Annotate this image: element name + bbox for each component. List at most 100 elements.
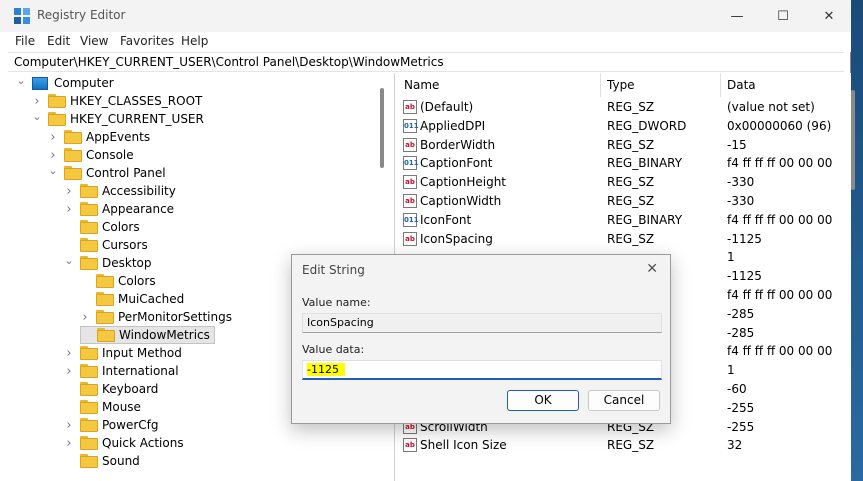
column-header-name[interactable]: Name (404, 78, 439, 92)
chevron-right-icon[interactable]: › (64, 346, 74, 361)
value-type: REG_DWORD (607, 118, 687, 133)
column-separator[interactable] (720, 73, 721, 97)
chevron-right-icon[interactable]: › (80, 310, 90, 325)
tree-item[interactable]: › Appearance (64, 200, 174, 218)
folder-icon (64, 166, 82, 180)
folder-icon (97, 328, 115, 342)
chevron-down-icon[interactable]: ⌄ (64, 254, 74, 267)
tree-item-label: Appearance (102, 202, 175, 216)
chevron-right-icon[interactable]: › (64, 184, 74, 199)
ok-button[interactable]: OK (507, 390, 579, 411)
tree-item[interactable]: ⌄ HKEY_CURRENT_USER (32, 110, 204, 128)
column-header-type[interactable]: Type (607, 78, 635, 92)
tree-item-label: Cursors (102, 238, 148, 252)
list-scrollbar-thumb[interactable] (851, 90, 855, 190)
tree-item-label: Quick Actions (102, 436, 184, 450)
value-data: 1 (727, 250, 735, 265)
folder-icon (64, 130, 82, 144)
tree-item[interactable]: Colors (80, 272, 156, 290)
close-button[interactable]: ✕ (806, 0, 852, 32)
value-data-label: Value data: (302, 343, 365, 356)
tree-item[interactable]: › Input Method (64, 344, 182, 362)
menu-view[interactable]: View (80, 34, 108, 48)
folder-icon (80, 382, 98, 396)
tree-item-label: Input Method (102, 346, 182, 360)
tree-item[interactable]: › PerMonitorSettings (80, 308, 232, 326)
title-bar[interactable]: Registry Editor — ☐ ✕ (0, 0, 851, 32)
minimize-icon: — (730, 8, 744, 24)
menu-bar: File Edit View Favorites Help (0, 32, 851, 52)
folder-icon (80, 220, 98, 234)
maximize-button[interactable]: ☐ (760, 0, 806, 32)
tree-item[interactable]: Keyboard (64, 380, 158, 398)
tree-item[interactable]: › Quick Actions (64, 434, 184, 452)
registry-editor-icon (14, 8, 30, 24)
folder-icon (64, 148, 82, 162)
chevron-right-icon[interactable]: › (64, 202, 74, 217)
value-name: IconFont (420, 212, 472, 227)
dialog-title: Edit String (302, 263, 365, 277)
tree-item-label: AppEvents (86, 130, 151, 144)
tree-item[interactable]: › AppEvents (48, 128, 150, 146)
value-row[interactable]: ab CaptionWidth REG_SZ -330 (396, 192, 851, 211)
chevron-right-icon[interactable]: › (32, 94, 42, 109)
value-row[interactable]: ab (Default) REG_SZ (value not set) (396, 98, 851, 117)
chevron-right-icon[interactable]: › (48, 148, 58, 163)
chevron-right-icon[interactable]: › (48, 130, 58, 145)
tree-item[interactable]: ⌄ Computer (16, 74, 113, 92)
menu-file[interactable]: File (15, 34, 35, 48)
tree-item[interactable]: › PowerCfg (64, 416, 158, 434)
tree-item-label: Console (86, 148, 134, 162)
chevron-down-icon[interactable]: ⌄ (32, 110, 42, 123)
value-row[interactable]: 011 AppliedDPI REG_DWORD 0x00000060 (96) (396, 117, 851, 136)
tree-item[interactable]: ⌄ Desktop (64, 254, 152, 272)
tree-scrollbar-thumb[interactable] (380, 88, 384, 168)
value-data: -285 (727, 306, 755, 321)
dialog-close-icon[interactable]: ✕ (646, 261, 658, 277)
folder-icon (48, 112, 66, 126)
column-header-data[interactable]: Data (727, 78, 756, 92)
cancel-button[interactable]: Cancel (588, 390, 660, 411)
tree-item-label: HKEY_CURRENT_USER (70, 112, 204, 126)
tree-item[interactable]: Cursors (64, 236, 148, 254)
tree-item[interactable]: › HKEY_CLASSES_ROOT (32, 92, 202, 110)
value-row[interactable]: ab CaptionHeight REG_SZ -330 (396, 173, 851, 192)
value-data: -1125 (727, 231, 762, 246)
folder-icon (80, 400, 98, 414)
window-title: Registry Editor (37, 8, 126, 22)
menu-favorites[interactable]: Favorites (120, 34, 174, 48)
menu-edit[interactable]: Edit (47, 34, 70, 48)
chevron-right-icon[interactable]: › (64, 436, 74, 451)
minimize-button[interactable]: — (714, 0, 760, 32)
tree-item[interactable]: MuiCached (80, 290, 184, 308)
tree-item[interactable]: Colors (64, 218, 140, 236)
value-row[interactable]: ab Shell Icon Size REG_SZ 32 (396, 436, 851, 455)
folder-icon (80, 364, 98, 378)
tree-item[interactable]: Mouse (64, 398, 141, 416)
chevron-down-icon[interactable]: ⌄ (48, 164, 58, 177)
value-row[interactable]: 011 CaptionFont REG_BINARY f4 ff ff ff 00 0… (396, 154, 851, 173)
tree-item[interactable]: › Console (48, 146, 134, 164)
value-row[interactable]: ab IconSpacing REG_SZ -1125 (396, 230, 851, 249)
menu-help[interactable]: Help (181, 34, 208, 48)
tree-item[interactable]: › International (64, 362, 178, 380)
value-data: -285 (727, 325, 755, 340)
folder-icon (96, 274, 114, 288)
tree-item[interactable]: ⌄ Control Panel (48, 164, 166, 182)
address-bar[interactable]: Computer\HKEY_CURRENT_USER\Control Panel… (8, 52, 844, 72)
chevron-down-icon[interactable]: ⌄ (16, 74, 26, 87)
value-data: 0x00000060 (96) (727, 118, 832, 133)
value-row[interactable]: 011 IconFont REG_BINARY f4 ff ff ff 00 00 0… (396, 211, 851, 230)
value-data-input[interactable]: -1125 (302, 360, 662, 380)
tree-item-label: Control Panel (86, 166, 166, 180)
value-row[interactable]: ab BorderWidth REG_SZ -15 (396, 136, 851, 155)
chevron-right-icon[interactable]: › (64, 364, 74, 379)
folder-icon (80, 454, 98, 468)
column-separator[interactable] (600, 73, 601, 97)
value-name: CaptionWidth (420, 194, 502, 208)
tree-item[interactable]: › Accessibility (64, 182, 175, 200)
tree-item[interactable]: WindowMetrics (80, 326, 215, 344)
chevron-right-icon[interactable]: › (64, 418, 74, 433)
tree-item[interactable]: Sound (64, 452, 140, 470)
